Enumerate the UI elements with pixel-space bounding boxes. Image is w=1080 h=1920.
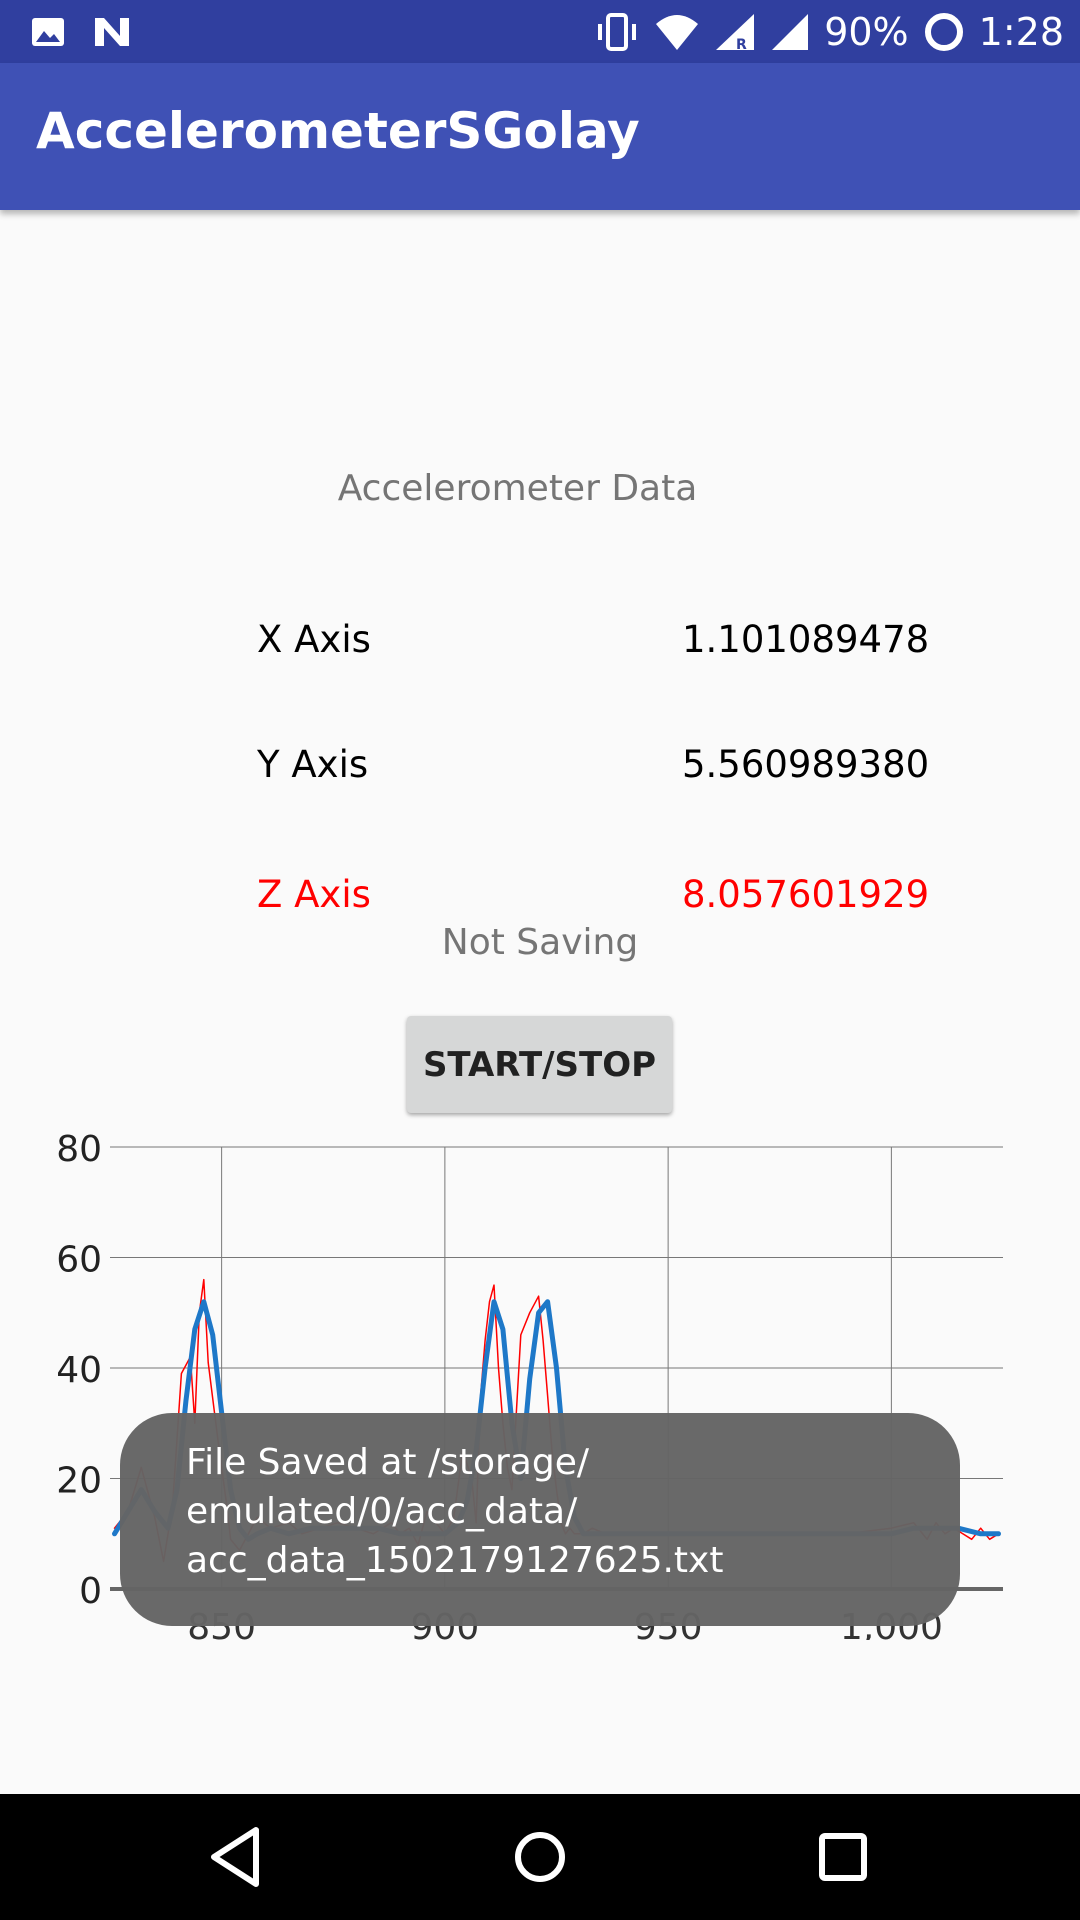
wifi-icon <box>656 14 699 50</box>
z-axis-value: 8.057601929 <box>682 873 930 916</box>
image-notification-icon <box>32 18 64 46</box>
y-tick-label: 80 <box>56 1129 102 1170</box>
accelerometer-heading: Accelerometer Data <box>337 468 698 509</box>
status-bar: R 90% 1:28 <box>0 0 1080 63</box>
svg-text:R: R <box>736 37 747 52</box>
n-notification-icon <box>95 18 129 46</box>
app-title: AccelerometerSGolay <box>36 102 640 160</box>
y-axis-value: 5.560989380 <box>682 743 930 786</box>
z-axis-label: Z Axis <box>257 873 371 916</box>
x-axis-value: 1.101089478 <box>682 618 930 661</box>
start-stop-button[interactable]: START/STOP <box>407 1016 672 1113</box>
y-tick-label: 0 <box>79 1571 102 1612</box>
cell-signal-icon <box>772 13 809 50</box>
y-tick-label: 40 <box>56 1350 102 1391</box>
clock: 1:28 <box>978 9 1064 54</box>
cell-signal-roaming-icon: R <box>716 13 755 52</box>
x-axis-label: X Axis <box>257 618 371 661</box>
navigation-bar <box>0 1794 1080 1920</box>
saving-status: Not Saving <box>441 922 639 963</box>
y-tick-label: 20 <box>56 1461 102 1502</box>
app-bar: AccelerometerSGolay <box>0 63 1080 210</box>
toast-message: File Saved at /storage/ emulated/0/acc_d… <box>120 1413 960 1626</box>
data-saver-icon <box>924 12 963 51</box>
battery-percent: 90% <box>824 9 909 54</box>
recents-icon[interactable] <box>808 1822 878 1892</box>
back-icon[interactable] <box>200 1822 270 1892</box>
toast-text: File Saved at /storage/ emulated/0/acc_d… <box>186 1442 724 1581</box>
notification-icons <box>30 12 132 52</box>
system-status: R 90% 1:28 <box>594 0 1064 63</box>
y-tick-label: 60 <box>56 1240 102 1281</box>
y-axis-label: Y Axis <box>257 743 369 786</box>
vibrate-icon <box>598 12 637 51</box>
home-icon[interactable] <box>505 1822 575 1892</box>
